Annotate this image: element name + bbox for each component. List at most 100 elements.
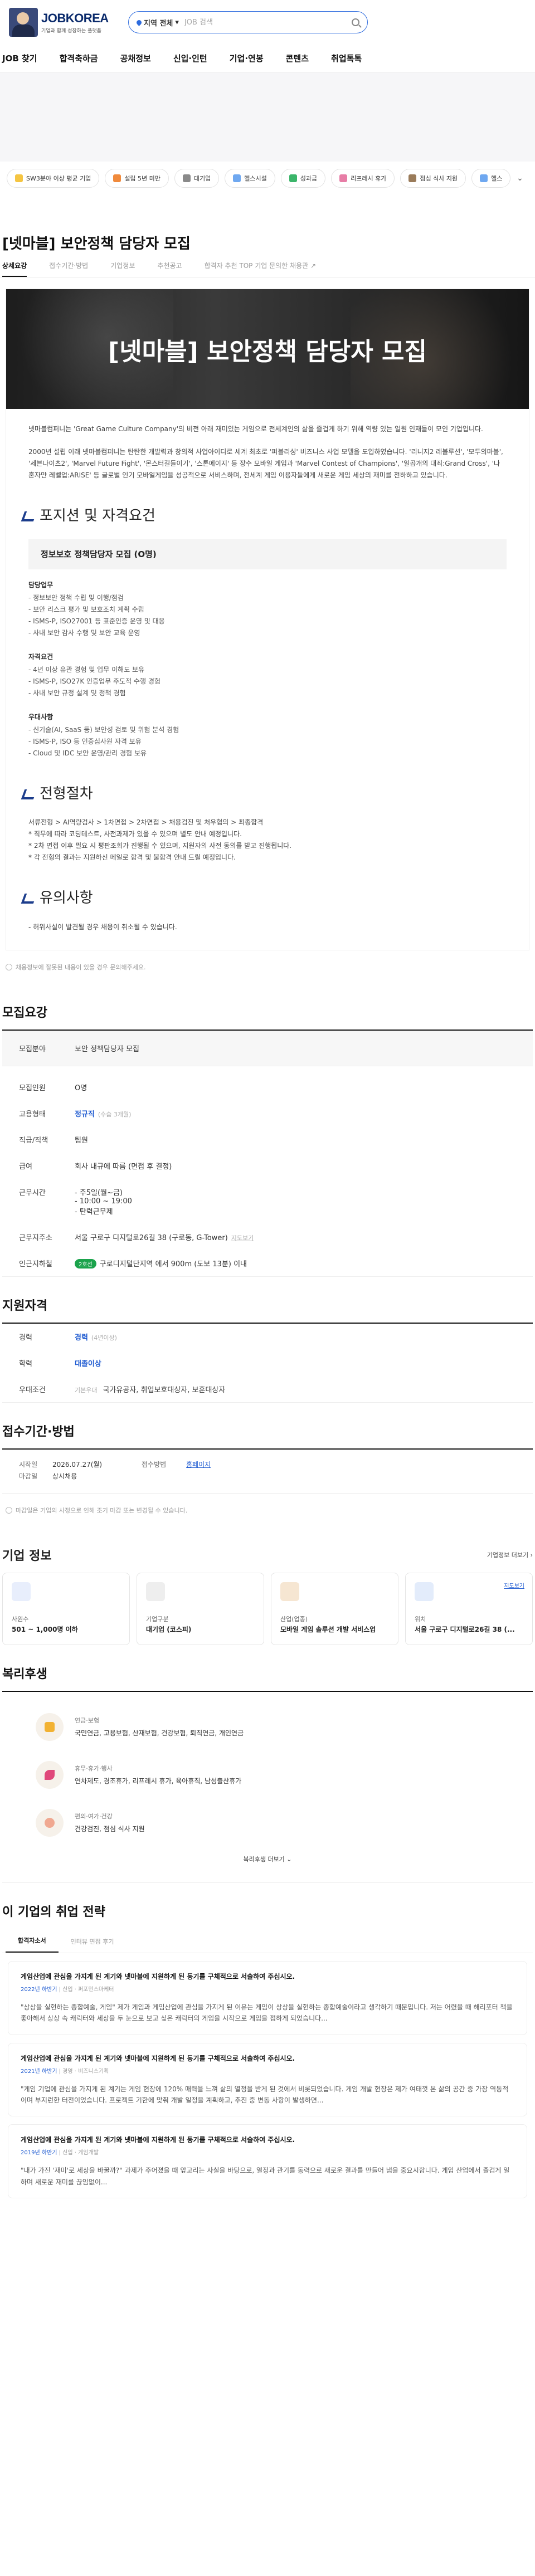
pill[interactable]: 대기업 <box>174 169 220 188</box>
meal-icon <box>408 174 417 182</box>
rocket-icon <box>113 174 121 182</box>
nav-job-search[interactable]: JOB 찾기 <box>2 52 37 64</box>
search-icon[interactable] <box>352 18 359 26</box>
building-icon <box>182 174 191 182</box>
nav-talk[interactable]: 취업톡톡 <box>331 52 362 64</box>
subway-badge: 2호선 <box>75 1258 96 1269</box>
map-link[interactable]: 지도보기 <box>504 1581 524 1589</box>
nav-bonus[interactable]: 합격축하금 <box>60 52 98 64</box>
pill[interactable]: 헬스시설 <box>225 169 275 188</box>
qual-row: 우대조건 기본우대 국가유공자, 취업보호대상자, 보훈대상자 <box>19 1385 226 1394</box>
intro-text-2: 2000년 설립 이래 넷마블컴퍼니는 탄탄한 개발력과 창의적 사업아이디로 … <box>28 448 503 479</box>
welfare-item: 휴무·휴가·행사 연차제도, 경조휴가, 리프레시 휴가, 육아휴직, 남성출산휴… <box>36 1751 499 1799</box>
search-input[interactable] <box>184 18 346 27</box>
banner-area <box>0 72 535 162</box>
duties-block: 담당업무 - 정보보안 정책 수립 및 이행/점검 - 보안 리스크 평가 및 … <box>28 580 165 637</box>
summary-title: 모집요강 <box>2 1006 47 1020</box>
cover-letter-entry[interactable]: 게임산업에 관심을 가지게 된 계기와 넷마블에 지원하게 된 동기를 구체적으… <box>8 2124 527 2199</box>
summary-row: 인근지하철 2호선 구로디지털단지역 에서 900m (도보 13분) 이내 <box>19 1258 247 1269</box>
cover-letter-entry[interactable]: 게임산업에 관심을 가지게 된 계기와 넷마블에 지원하게 된 동기를 구체적으… <box>8 1960 527 2035</box>
pill[interactable]: 헬스 <box>471 169 511 188</box>
qual-title: 지원자격 <box>2 1299 47 1313</box>
location-label: 지역 전체 <box>144 19 173 28</box>
logo[interactable]: JOBKOREA 기업과 함께 성장하는 플랫폼 <box>9 8 120 37</box>
section-heading: 전형절차 <box>21 782 507 807</box>
pill[interactable]: 설립 5년 미만 <box>105 169 169 188</box>
sparkle-icon <box>339 174 348 182</box>
summary-row: 고용형태 정규직 (수습 3개월) <box>19 1110 132 1119</box>
header: JOBKOREA 기업과 함께 성장하는 플랫폼 지역 전체 ▾ <box>0 0 535 45</box>
party-icon <box>36 1760 64 1789</box>
star-icon <box>15 174 23 182</box>
page: JOBKOREA 기업과 함께 성장하는 플랫폼 지역 전체 ▾ JOB 찾기 … <box>0 0 535 2576</box>
welfare-item: 연금·보험 국민연금, 고용보험, 산재보험, 건강보험, 퇴직연금, 개인연금 <box>36 1703 499 1751</box>
summary-row: 급여 회사 내규에 따름 (면접 후 결정) <box>19 1162 172 1171</box>
external-link-icon: ↗ <box>310 262 317 270</box>
preferred-block: 우대사항 - 신기술(AI, SaaS 등) 보안성 검토 및 위험 분석 경험… <box>28 713 179 757</box>
tab-cover-letter[interactable]: 합격자소서 <box>6 1936 59 1953</box>
period-box: 시작일 2026.07.27(월) 마감일 상시채용 접수방법 홈페이지 <box>2 1448 533 1494</box>
tab-company[interactable]: 기업정보 <box>110 261 135 277</box>
summary-row: 근무시간 - 주5일(월~금) - 10:00 ~ 19:00- 탄력근무제 <box>19 1188 132 1216</box>
page-title: [넷마블] 보안정책 담당자 모집 <box>2 236 191 252</box>
tab-apply-period[interactable]: 접수기간·방법 <box>49 261 88 277</box>
chevron-down-icon[interactable]: ⌄ <box>510 169 529 188</box>
pill[interactable]: 점심 식사 지원 <box>400 169 466 188</box>
nav-newcomer[interactable]: 신입·인턴 <box>173 52 207 64</box>
tab-recommend[interactable]: 추천공고 <box>157 261 182 277</box>
company-card: 지도보기 위치 서울 구로구 디지털로26길 38 (... <box>405 1572 533 1645</box>
welfare-title: 복리후생 <box>2 1667 47 1681</box>
welfare-item: 편의·여가·건강 건강검진, 점심 식사 지원 <box>36 1799 499 1847</box>
company-title: 기업 정보 <box>2 1549 52 1563</box>
caution-note: - 허위사실이 발견될 경우 채용이 취소될 수 있습니다. <box>28 923 177 931</box>
section-heading: 유의사항 <box>21 886 507 911</box>
cover-letter-entry[interactable]: 게임산업에 관심을 가지게 된 계기와 넷마블에 지원하게 된 동기를 구체적으… <box>8 2042 527 2117</box>
brand-tagline: 기업과 함께 성장하는 플랫폼 <box>41 28 101 34</box>
search-bar: 지역 전체 ▾ <box>128 11 368 33</box>
nav-company[interactable]: 기업·연봉 <box>230 52 264 64</box>
welfare-more-button[interactable]: 복리후생 더보기 ⌄ <box>36 1847 499 1871</box>
report-note[interactable]: 채용정보에 잘못된 내용이 있을 경우 문의해주세요. <box>0 950 535 984</box>
nav-content[interactable]: 콘텐츠 <box>286 52 309 64</box>
logo-avatar <box>9 8 38 37</box>
pin-icon <box>135 18 143 26</box>
map-link[interactable]: 지도보기 <box>231 1235 254 1242</box>
pill[interactable]: SW3분야 이상 평균 기업 <box>7 169 100 188</box>
qual-row: 학력 대졸이상 <box>19 1359 101 1368</box>
company-more-link[interactable]: 기업정보 더보기 › <box>487 1550 533 1559</box>
pill[interactable]: 리프레시 휴가 <box>331 169 395 188</box>
qual-row: 경력 경력 (4년이상) <box>19 1333 117 1342</box>
qual-table: 경력 경력 (4년이상) 학력 대졸이상 우대조건 기본우대 국가유공자, 취업보호대상자… <box>2 1322 533 1403</box>
intro-text: 넷마블컴퍼니는 'Great Game Culture Company'의 비전… <box>28 425 483 433</box>
company-card: 기업구분 대기업 (코스피) <box>137 1572 264 1645</box>
main-nav: JOB 찾기 합격축하금 공채정보 신입·인턴 기업·연봉 콘텐츠 취업톡톡 <box>0 45 535 72</box>
summary-row: 모집분야 보안 정책담당자 모집 <box>2 1030 533 1066</box>
strategy-title: 이 기업의 취업 전략 <box>2 1905 105 1919</box>
tab-interview[interactable]: 인터뷰 면접 후기 <box>59 1937 127 1953</box>
pill[interactable]: 성과급 <box>280 169 326 188</box>
location-icon <box>415 1582 434 1601</box>
money-icon <box>289 174 297 182</box>
company-card: 사원수 501 ~ 1,000명 이하 <box>2 1572 130 1645</box>
section-heading: 포지션 및 자격요건 <box>21 504 507 529</box>
process-steps: 서류전형 > AI역량검사 > 1차면접 > 2차면접 > 채용검진 및 처우협… <box>28 818 264 827</box>
tab-top-company[interactable]: 합격자 추천 TOP 기업 문의한 채용관 ↗ <box>205 261 317 277</box>
brand-name: JOBKOREA <box>41 11 109 25</box>
period-note: 마감일은 기업의 사정으로 인해 조기 마감 또는 변경될 수 있습니다. <box>0 1494 535 1527</box>
job-poster: [넷마블] 보안정책 담당자 모집 넷마블컴퍼니는 'Great Game Cu… <box>6 289 529 950</box>
nav-public[interactable]: 공채정보 <box>120 52 151 64</box>
company-card: 산업(업종) 모바일 게임 솔루션 개발 서비스업 <box>271 1572 398 1645</box>
dumbbell-icon <box>480 174 488 182</box>
tab-detail[interactable]: 상세요강 <box>2 261 27 277</box>
welfare-list: 연금·보험 국민연금, 고용보험, 산재보험, 건강보험, 퇴직연금, 개인연금 … <box>2 1690 533 1883</box>
period-title: 접수기간·방법 <box>2 1424 75 1439</box>
summary-table: 모집분야 보안 정책담당자 모집 모집인원 O명 고용형태 정규직 (수습 3개월) 직… <box>2 1029 533 1277</box>
info-icon <box>6 1506 12 1514</box>
briefcase-icon <box>280 1582 299 1601</box>
apply-method-link[interactable]: 홈페이지 <box>186 1461 211 1468</box>
filter-pills: SW3분야 이상 평균 기업 설립 5년 미만 대기업 헬스시설 성과급 리프레… <box>0 162 535 195</box>
strategy-panel: 합격자소서 인터뷰 면접 후기 게임산업에 관심을 가지게 된 계기와 넷마블에… <box>2 1929 533 2199</box>
location-select[interactable]: 지역 전체 ▾ <box>135 17 179 28</box>
summary-row: 직급/직책 팀원 <box>19 1136 88 1145</box>
summary-row: 모집인원 O명 <box>19 1084 87 1092</box>
